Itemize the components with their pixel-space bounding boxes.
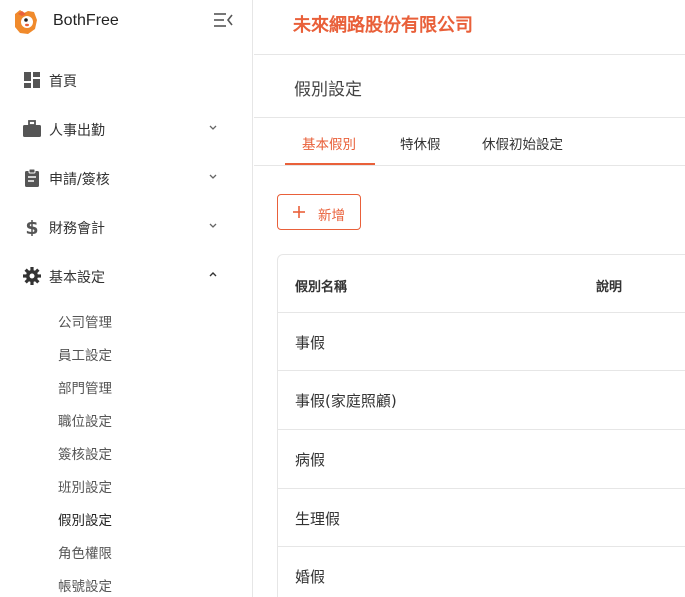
plus-icon — [293, 206, 305, 218]
leave-name-cell: 事假 — [295, 334, 326, 352]
brand-name: BothFree — [53, 12, 119, 29]
sidebar-item-label: 人事出勤 — [49, 123, 105, 139]
header-divider — [254, 54, 685, 55]
svg-text:$: $ — [25, 218, 38, 236]
submenu-item-company[interactable]: 公司管理 — [58, 311, 112, 331]
add-button-label: 新增 — [318, 208, 345, 224]
leave-name-cell: 事假(家庭照顧) — [295, 392, 397, 410]
table-row[interactable]: 婚假 — [278, 546, 685, 597]
sidebar-item-approvals[interactable]: 申請/簽核 — [0, 158, 253, 198]
submenu-item-positions[interactable]: 職位設定 — [58, 410, 112, 430]
tab-annual-leave[interactable]: 特休假 — [400, 133, 441, 153]
sidebar-item-label: 基本設定 — [49, 270, 105, 286]
table-row[interactable]: 生理假 — [278, 488, 685, 547]
gear-icon — [23, 267, 41, 285]
sidebar-item-label: 財務會計 — [49, 221, 105, 237]
clipboard-icon — [25, 169, 39, 187]
column-header-name[interactable]: 假別名稱 — [295, 276, 347, 295]
submenu-item-accounts[interactable]: 帳號設定 — [58, 575, 112, 595]
sidebar-item-settings[interactable]: 基本設定 — [0, 256, 253, 296]
tab-leave-initial-settings[interactable]: 休假初始設定 — [482, 133, 563, 153]
submenu-item-leave-types[interactable]: 假別設定 — [58, 509, 112, 529]
leave-name-cell: 生理假 — [295, 510, 341, 528]
tabs-divider — [254, 165, 685, 166]
submenu-item-departments[interactable]: 部門管理 — [58, 377, 112, 397]
dashboard-icon — [24, 72, 40, 88]
sidebar-item-home[interactable]: 首頁 — [0, 60, 253, 100]
logo-icon — [15, 10, 37, 34]
sidebar-item-label: 首頁 — [49, 74, 77, 90]
chevron-down-icon — [209, 174, 217, 179]
dollar-icon: $ — [25, 218, 38, 236]
submenu-item-approval-settings[interactable]: 簽核設定 — [58, 443, 112, 463]
sidebar-item-finance[interactable]: $ 財務會計 — [0, 207, 253, 247]
column-header-description[interactable]: 說明 — [596, 276, 622, 295]
briefcase-icon — [23, 120, 41, 137]
page-title: 假別設定 — [294, 80, 362, 100]
sidebar: BothFree 首頁 人事出勤 申請/簽核 $ 財務會計 基本設定 公司管理 … — [0, 0, 253, 597]
chevron-up-icon — [209, 272, 217, 277]
tab-basic-leave[interactable]: 基本假別 — [302, 133, 356, 153]
leave-types-table: 假別名稱 說明 事假 事假(家庭照顧) 病假 生理假 婚假 — [277, 254, 685, 597]
submenu-item-shifts[interactable]: 班別設定 — [58, 476, 112, 496]
table-row[interactable]: 事假 — [278, 312, 685, 371]
leave-name-cell: 婚假 — [295, 568, 326, 586]
collapse-menu-icon[interactable] — [213, 11, 233, 29]
sidebar-item-personnel[interactable]: 人事出勤 — [0, 109, 253, 149]
sidebar-item-label: 申請/簽核 — [49, 172, 110, 188]
chevron-down-icon — [209, 223, 217, 228]
table-row[interactable]: 事假(家庭照顧) — [278, 370, 685, 429]
leave-name-cell: 病假 — [295, 451, 326, 469]
table-row[interactable]: 病假 — [278, 429, 685, 488]
submenu-item-employees[interactable]: 員工設定 — [58, 344, 112, 364]
chevron-down-icon — [209, 125, 217, 130]
company-name: 未來網路股份有限公司 — [293, 15, 473, 36]
add-button[interactable]: 新增 — [277, 194, 361, 230]
title-divider — [254, 117, 685, 118]
submenu-item-roles[interactable]: 角色權限 — [58, 542, 112, 562]
